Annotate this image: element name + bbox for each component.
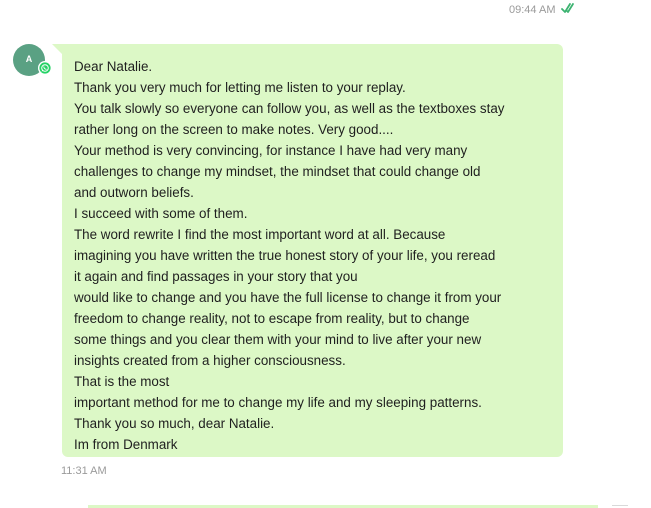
message-line: freedom to change reality, not to escape… <box>74 311 470 326</box>
message-line: it again and find passages in your story… <box>74 269 358 284</box>
message-line: would like to change and you have the fu… <box>74 290 502 305</box>
whatsapp-icon <box>38 61 52 75</box>
message-line: some things and you clear them with your… <box>74 332 482 347</box>
double-check-icon <box>561 3 575 13</box>
message-bubble[interactable]: Dear Natalie. Thank you very much for let… <box>52 44 563 457</box>
message-line: insights created from a higher conscious… <box>74 353 346 368</box>
message-line: Thank you very much for letting me liste… <box>74 80 406 95</box>
message-line: Im from Denmark <box>74 437 178 452</box>
previous-message-meta: 09:44 AM <box>509 2 575 18</box>
message-line: Thank you so much, dear Natalie. <box>74 416 275 431</box>
message-line: I succeed with some of them. <box>74 206 248 221</box>
message-line: and outworn beliefs. <box>74 185 194 200</box>
message-line: rather long on the screen to make notes.… <box>74 122 394 137</box>
message-line: That is the most <box>74 374 170 389</box>
message-line: important method for me to change my lif… <box>74 395 482 410</box>
message-line: You talk slowly so everyone can follow y… <box>74 101 505 116</box>
message-line: challenges to change my mindset, the min… <box>74 164 481 179</box>
message-line: The word rewrite I find the most importa… <box>74 227 446 242</box>
message-timestamp: 11:31 AM <box>61 465 107 477</box>
previous-message-timestamp: 09:44 AM <box>509 4 556 16</box>
message-line: imagining you have written the true hone… <box>74 248 496 263</box>
message-line: Your method is very convincing, for inst… <box>74 143 468 158</box>
message-line: Dear Natalie. <box>74 59 153 74</box>
avatar-initial: A <box>25 54 33 64</box>
chat-conversation: 09:44 AM A Dear Natalie. Thank you very m… <box>0 0 651 508</box>
message-text: Dear Natalie. Thank you very much for let… <box>74 56 553 455</box>
